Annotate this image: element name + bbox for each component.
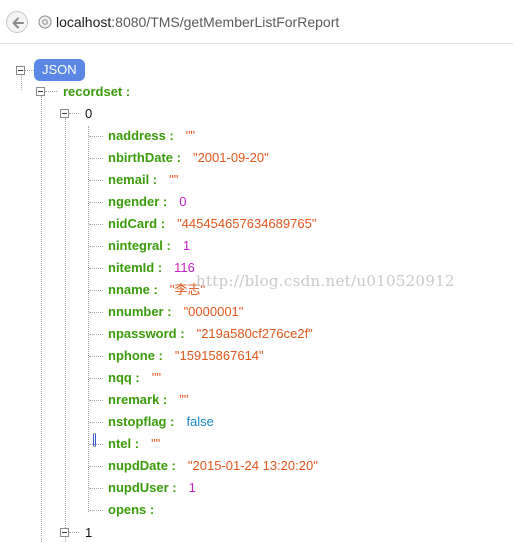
field-key: nphone : <box>108 348 163 363</box>
field-row[interactable]: nintegral : 1 <box>108 237 190 255</box>
tree-connector <box>69 532 79 533</box>
field-row[interactable]: ntel : "" <box>108 435 160 453</box>
field-row[interactable]: ngender : 0 <box>108 193 186 211</box>
field-value: "2001-09-20" <box>192 150 269 165</box>
tree-connector <box>89 378 103 379</box>
tree-connector <box>89 290 103 291</box>
field-value: "2015-01-24 13:20:20" <box>187 458 318 473</box>
back-button[interactable] <box>6 11 28 33</box>
field-value: false <box>186 414 214 429</box>
field-row[interactable]: nphone : "15915867614" <box>108 347 264 365</box>
text-cursor-indicator <box>93 433 96 447</box>
page-info-icon[interactable] <box>38 15 52 29</box>
root-collapse-toggle[interactable] <box>16 66 25 75</box>
tree-guide <box>65 118 66 542</box>
field-value: "" <box>169 172 179 187</box>
field-key: nname : <box>108 282 158 297</box>
tree-guide <box>21 75 22 90</box>
tree-connector <box>89 356 103 357</box>
item-index-0[interactable]: 0 <box>85 105 92 123</box>
field-key: ngender : <box>108 194 168 209</box>
field-row[interactable]: opens : <box>108 501 166 519</box>
field-key: ntel : <box>108 436 140 451</box>
field-value: "" <box>185 128 195 143</box>
tree-connector <box>89 488 103 489</box>
field-key: nqq : <box>108 370 140 385</box>
tree-connector <box>89 312 103 313</box>
field-key: nupdDate : <box>108 458 176 473</box>
tree-connector <box>89 466 103 467</box>
field-key: npassword : <box>108 326 185 341</box>
tree-connector <box>69 113 79 114</box>
field-value: "" <box>179 392 189 407</box>
tree-connector <box>89 246 103 247</box>
field-row[interactable]: nqq : "" <box>108 369 161 387</box>
tree-connector <box>89 136 103 137</box>
field-value: "0000001" <box>183 304 244 319</box>
field-row[interactable]: nbirthDate : "2001-09-20" <box>108 149 269 167</box>
field-key: naddress : <box>108 128 174 143</box>
field-row[interactable]: nstopflag : false <box>108 413 214 431</box>
field-row[interactable]: nidCard : "445454657634689765" <box>108 215 316 233</box>
watermark-text: http://blog.csdn.net/u010520912 <box>196 272 455 290</box>
field-key: opens : <box>108 502 155 517</box>
recordset-collapse-toggle[interactable] <box>36 87 45 96</box>
field-value: 116 <box>174 260 195 275</box>
field-row[interactable]: naddress : "" <box>108 127 195 145</box>
root-json-label[interactable]: JSON <box>34 59 85 81</box>
tree-connector <box>89 224 103 225</box>
url-host: localhost <box>56 14 112 30</box>
address-bar: localhost:8080/TMS/getMemberListForRepor… <box>0 0 513 44</box>
field-key: nitemId : <box>108 260 163 275</box>
url-path: :8080/TMS/getMemberListForReport <box>111 14 340 30</box>
back-arrow-icon <box>12 17 24 29</box>
item-index-1[interactable]: 1 <box>85 524 92 542</box>
field-row[interactable]: npassword : "219a580cf276ce2f" <box>108 325 313 343</box>
field-value: "219a580cf276ce2f" <box>196 326 313 341</box>
field-row[interactable]: nname : "李志" <box>108 281 205 299</box>
field-value: "" <box>151 436 161 451</box>
field-value: 1 <box>182 238 191 253</box>
field-row[interactable]: nitemId : 116 <box>108 259 195 277</box>
field-key: nemail : <box>108 172 158 187</box>
field-value: "" <box>151 370 161 385</box>
field-row[interactable]: nemail : "" <box>108 171 178 189</box>
tree-connector <box>89 202 103 203</box>
field-row[interactable]: nupdDate : "2015-01-24 13:20:20" <box>108 457 318 475</box>
recordset-key[interactable]: recordset : <box>63 83 130 101</box>
tree-connector <box>89 268 103 269</box>
field-row[interactable]: nnumber : "0000001" <box>108 303 243 321</box>
url-field[interactable]: localhost:8080/TMS/getMemberListForRepor… <box>56 13 339 31</box>
tree-connector <box>45 91 57 92</box>
tree-connector <box>89 444 103 445</box>
field-value: 1 <box>188 480 196 495</box>
json-tree: JSON recordset : 0 naddress : "" nbirthDat… <box>0 44 513 542</box>
tree-connector <box>89 158 103 159</box>
field-key: nupdUser : <box>108 480 177 495</box>
tree-connector <box>89 422 103 423</box>
field-value: "15915867614" <box>174 348 264 363</box>
item-0-collapse-toggle[interactable] <box>60 109 69 118</box>
tree-connector <box>89 510 103 511</box>
tree-connector <box>89 334 103 335</box>
tree-connector <box>25 70 34 71</box>
tree-connector <box>89 180 103 181</box>
item-1-collapse-toggle[interactable] <box>60 528 69 537</box>
field-row[interactable]: nremark : "" <box>108 391 188 409</box>
field-key: nremark : <box>108 392 168 407</box>
field-key: nstopflag : <box>108 414 175 429</box>
field-key: nintegral : <box>108 238 171 253</box>
tree-connector <box>89 400 103 401</box>
field-value: "445454657634689765" <box>177 216 317 231</box>
field-value: "李志" <box>169 282 206 297</box>
field-key: nidCard : <box>108 216 166 231</box>
field-value: 0 <box>179 194 187 209</box>
field-row[interactable]: nupdUser : 1 <box>108 479 196 497</box>
field-key: nnumber : <box>108 304 172 319</box>
tree-guide <box>88 126 89 512</box>
tree-guide <box>41 96 42 542</box>
field-key: nbirthDate : <box>108 150 181 165</box>
